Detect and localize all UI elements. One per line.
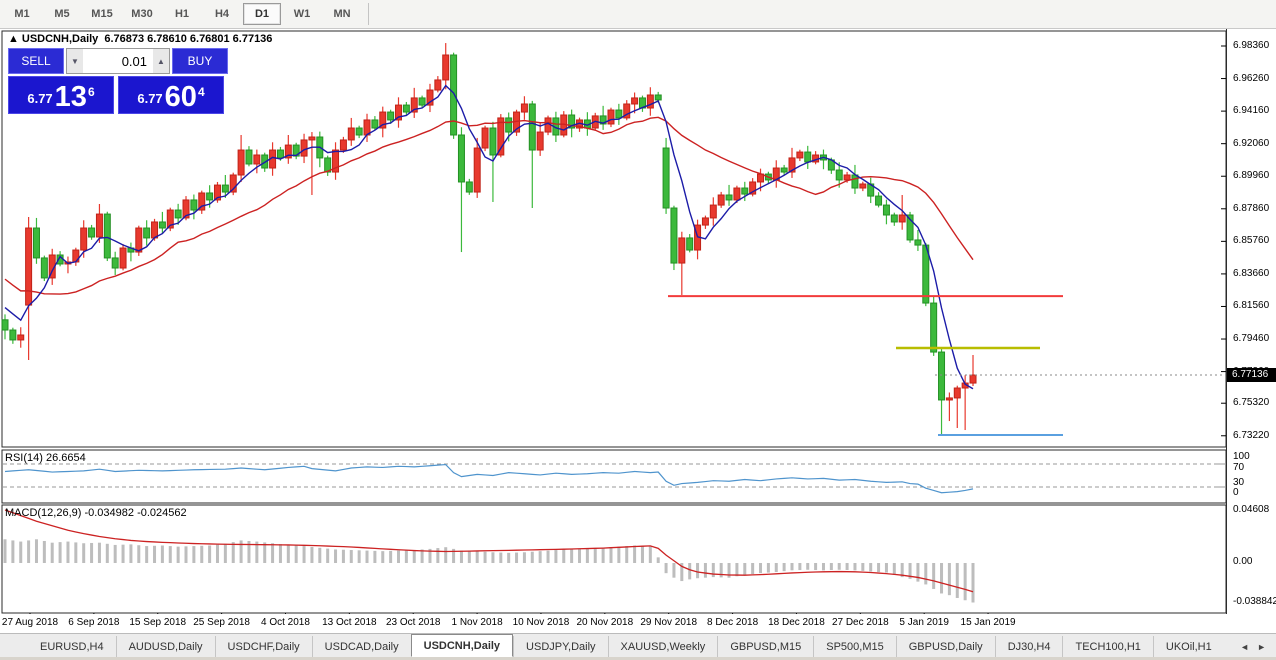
buy-price-small: 6.77 [137, 88, 162, 110]
volume-value[interactable]: 0.01 [83, 49, 153, 73]
chart-tab-bar: EURUSD,H4AUDUSD,DailyUSDCHF,DailyUSDCAD,… [0, 633, 1276, 657]
macd-axis-label: -0.038842 [1233, 596, 1276, 607]
price-axis-label: 6.94160 [1233, 105, 1269, 116]
chart-tab-tech100-h1[interactable]: TECH100,H1 [1062, 636, 1152, 657]
chart-tab-dj30-h4[interactable]: DJ30,H4 [995, 636, 1063, 657]
price-axis-label: 6.75320 [1233, 397, 1269, 408]
volume-decrease-icon[interactable]: ▼ [67, 49, 83, 73]
chart-tab-usdchf-daily[interactable]: USDCHF,Daily [215, 636, 312, 657]
tab-scroll-left-icon[interactable]: ◄ [1240, 642, 1249, 652]
rsi-axis-label: 100 [1233, 451, 1250, 462]
buy-price-sup: 4 [198, 77, 205, 107]
date-axis-label: 27 Dec 2018 [832, 617, 889, 628]
tab-scroll-right-icon[interactable]: ► [1257, 642, 1266, 652]
symbol-arrow-icon: ▲ [8, 33, 19, 45]
date-axis[interactable]: 27 Aug 2018 6 Sep 2018 15 Sep 2018 25 Sep 2… [0, 614, 1227, 633]
date-axis-label: 29 Nov 2018 [640, 617, 697, 628]
one-click-trading-panel: SELL ▼ 0.01 ▲ BUY 6.77 13 6 6.77 60 4 [8, 48, 228, 114]
volume-stepper: ▼ 0.01 ▲ [66, 48, 170, 74]
chart-tab-xauusd-weekly[interactable]: XAUUSD,Weekly [608, 636, 718, 657]
date-axis-label: 5 Jan 2019 [899, 617, 949, 628]
chart-tab-audusd-daily[interactable]: AUDUSD,Daily [116, 636, 215, 657]
chart-tab-gbpusd-m15[interactable]: GBPUSD,M15 [717, 636, 813, 657]
chart-tab-gbpusd-daily[interactable]: GBPUSD,Daily [896, 636, 995, 657]
price-axis[interactable]: 6.98360 6.96260 6.94160 6.92060 6.89960 6.878… [1227, 29, 1276, 633]
date-axis-label: 15 Sep 2018 [129, 617, 186, 628]
symbol-label: USDCNH,Daily [22, 33, 98, 45]
date-axis-label: 8 Dec 2018 [707, 617, 758, 628]
chart-tab-usdjpy-daily[interactable]: USDJPY,Daily [513, 636, 608, 657]
ohlc-open: 6.76873 [104, 33, 144, 45]
sell-button[interactable]: SELL [8, 48, 64, 74]
date-axis-label: 10 Nov 2018 [513, 617, 570, 628]
current-price-tag: 6.77136 [1227, 368, 1276, 382]
rsi-label: RSI(14) 26.6654 [5, 452, 86, 464]
chart-tab-usdcad-daily[interactable]: USDCAD,Daily [312, 636, 411, 657]
price-axis-label: 6.83660 [1233, 268, 1269, 279]
ohlc-close: 6.77136 [233, 33, 273, 45]
ohlc-high: 6.78610 [147, 33, 187, 45]
date-axis-label: 18 Dec 2018 [768, 617, 825, 628]
price-axis-label: 6.96260 [1233, 73, 1269, 84]
date-axis-label: 13 Oct 2018 [322, 617, 376, 628]
sell-price-big: 13 [55, 84, 87, 110]
buy-price-big: 60 [165, 84, 197, 110]
buy-price-box[interactable]: 6.77 60 4 [118, 76, 224, 114]
price-axis-label: 6.87860 [1233, 203, 1269, 214]
ohlc-low: 6.76801 [190, 33, 230, 45]
trading-platform-window: M1M5M15M30H1H4D1W1MN ▲USDCNH,Daily 6.768… [0, 0, 1276, 660]
chart-tab-ukoil-h1[interactable]: UKOil,H1 [1153, 636, 1224, 657]
date-axis-label: 15 Jan 2019 [961, 617, 1016, 628]
price-axis-label: 6.92060 [1233, 138, 1269, 149]
sell-price-box[interactable]: 6.77 13 6 [8, 76, 114, 114]
chart-tab-usdcnh-daily[interactable]: USDCNH,Daily [411, 634, 513, 657]
rsi-axis-label: 0 [1233, 487, 1239, 498]
date-axis-label: 20 Nov 2018 [576, 617, 633, 628]
date-axis-label: 1 Nov 2018 [452, 617, 503, 628]
tab-scroll-arrows: ◄► [1236, 636, 1276, 657]
date-axis-label: 27 Aug 2018 [2, 617, 58, 628]
macd-axis-label: 0.00 [1233, 556, 1252, 567]
buy-button[interactable]: BUY [172, 48, 228, 74]
macd-axis-label: 0.04608 [1233, 504, 1269, 515]
date-axis-label: 25 Sep 2018 [193, 617, 250, 628]
price-axis-label: 6.89960 [1233, 170, 1269, 181]
price-axis-label: 6.73220 [1233, 430, 1269, 441]
macd-label: MACD(12,26,9) -0.034982 -0.024562 [5, 507, 187, 519]
price-axis-label: 6.79460 [1233, 333, 1269, 344]
price-axis-label: 6.85760 [1233, 235, 1269, 246]
price-axis-label: 6.98360 [1233, 40, 1269, 51]
chart-tab-eurusd-h4[interactable]: EURUSD,H4 [28, 636, 116, 657]
date-axis-label: 23 Oct 2018 [386, 617, 440, 628]
date-axis-label: 4 Oct 2018 [261, 617, 310, 628]
sell-price-sup: 6 [88, 77, 95, 107]
chart-header: ▲USDCNH,Daily 6.768736.786106.768016.771… [8, 33, 275, 45]
chart-tab-sp500-m15[interactable]: SP500,M15 [813, 636, 895, 657]
date-axis-label: 6 Sep 2018 [68, 617, 119, 628]
rsi-axis-label: 70 [1233, 462, 1244, 473]
volume-increase-icon[interactable]: ▲ [153, 49, 169, 73]
price-axis-label: 6.81560 [1233, 300, 1269, 311]
sell-price-small: 6.77 [27, 88, 52, 110]
